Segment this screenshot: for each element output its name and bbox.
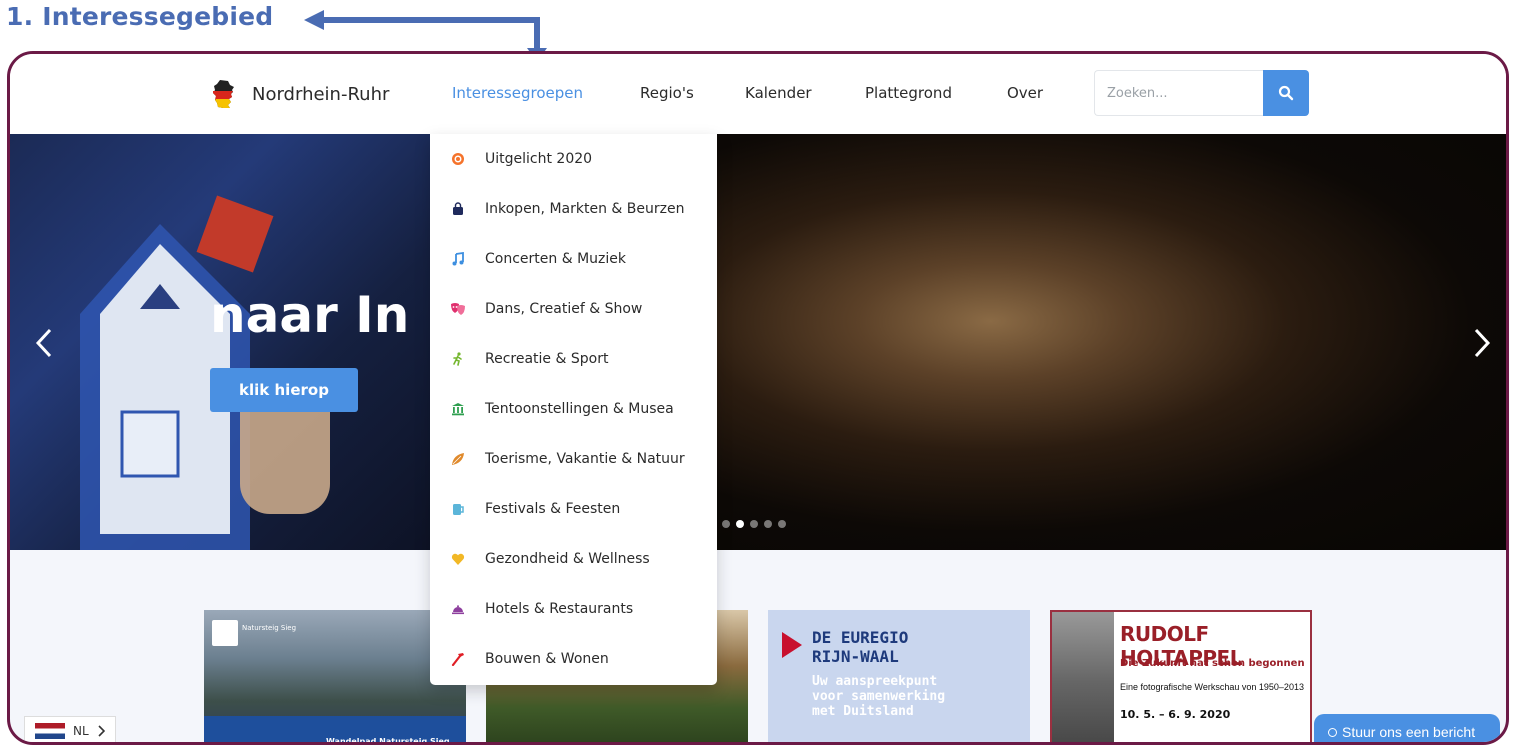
chat-status-icon [1328, 727, 1337, 737]
card4-photo [1052, 612, 1114, 742]
target-icon [450, 151, 466, 167]
dropdown-item-label: Tentoonstellingen & Musea [485, 401, 674, 417]
dropdown-item-inkopen[interactable]: Inkopen, Markten & Beurzen [430, 184, 717, 234]
dropdown-item-label: Hotels & Restaurants [485, 601, 634, 617]
dropdown-item-label: Festivals & Feesten [485, 501, 621, 517]
music-note-icon [450, 251, 466, 267]
card4-small-text: Eine fotografische Werkschau von 1950–20… [1120, 682, 1304, 692]
cloche-icon [450, 601, 466, 617]
nav-kalender[interactable]: Kalender [745, 84, 812, 102]
annotation-label: 1. Interessegebied [6, 2, 274, 31]
dropdown-item-tentoonstellingen[interactable]: Tentoonstellingen & Musea [430, 384, 717, 434]
dropdown-item-label: Gezondheid & Wellness [485, 551, 650, 567]
card3-sub-line1: Uw aanspreekpunt [812, 674, 938, 689]
hero-carousel: naar In klik hierop [10, 134, 1506, 550]
chevron-right-icon[interactable] [1470, 326, 1494, 360]
card-natursteig[interactable]: Natursteig Sieg Wandelpad Natursteig Sie… [204, 610, 466, 745]
dropdown-item-label: Uitgelicht 2020 [485, 151, 593, 167]
card-euregio[interactable]: DE EUREGIO RIJN-WAAL Uw aanspreekpunt vo… [768, 610, 1030, 742]
dropdown-item-uitgelicht[interactable]: Uitgelicht 2020 [430, 134, 717, 184]
card3-title: DE EUREGIO RIJN-WAAL [812, 628, 908, 666]
shopping-bag-icon [450, 201, 466, 217]
card3-sub-line3: met Duitsland [812, 704, 914, 719]
beer-mug-icon [450, 501, 466, 517]
hammer-icon [450, 651, 466, 667]
dropdown-item-hotels[interactable]: Hotels & Restaurants [430, 584, 717, 634]
nav-interessegroepen[interactable]: Interessegroepen [452, 84, 583, 102]
card4-subtitle: Die Zukunft hat schon begonnen [1120, 658, 1305, 669]
dropdown-item-label: Inkopen, Markten & Beurzen [485, 201, 685, 217]
hero-title: naar In [210, 286, 410, 344]
dropdown-item-label: Toerisme, Vakantie & Natuur [485, 451, 685, 467]
search-icon [1278, 85, 1294, 101]
card1-logo-text: Natursteig Sieg [242, 624, 297, 632]
hero-image-child [710, 134, 1506, 550]
navbar: Nordrhein-Ruhr Interessegroepen Regio's … [10, 54, 1506, 134]
browser-frame: Nordrhein-Ruhr Interessegroepen Regio's … [7, 51, 1509, 745]
dropdown-item-label: Concerten & Muziek [485, 251, 626, 267]
language-code: NL [73, 724, 89, 738]
chat-label: Stuur ons een bericht [1342, 724, 1476, 740]
play-triangle-icon [782, 632, 802, 658]
germany-map-icon [213, 80, 234, 108]
nav-regios[interactable]: Regio's [640, 84, 694, 102]
language-selector[interactable]: NL [24, 716, 116, 742]
carousel-dot[interactable] [778, 520, 786, 528]
dropdown-item-recreatie[interactable]: Recreatie & Sport [430, 334, 717, 384]
card3-title-line1: DE EUREGIO [812, 628, 909, 647]
chat-button[interactable]: Stuur ons een bericht [1314, 714, 1500, 742]
theater-masks-icon [450, 301, 466, 317]
carousel-dot-active[interactable] [736, 520, 744, 528]
dropdown-item-label: Dans, Creatief & Show [485, 301, 643, 317]
card-holtappel[interactable]: RUDOLF HOLTAPPEL Die Zukunft hat schon b… [1050, 610, 1312, 742]
dropdown-item-label: Bouwen & Wonen [485, 651, 609, 667]
card1-caption: Wandelpad Natursteig Sieg [326, 737, 450, 745]
search-button[interactable] [1263, 70, 1309, 116]
dropdown-item-label: Recreatie & Sport [485, 351, 609, 367]
nav-over[interactable]: Over [1007, 84, 1043, 102]
chevron-left-icon[interactable] [32, 326, 56, 360]
search-input[interactable] [1094, 70, 1264, 116]
card3-sub-line2: voor samenwerking [812, 689, 946, 704]
heart-icon [450, 551, 466, 567]
dropdown-item-bouwen[interactable]: Bouwen & Wonen [430, 634, 717, 684]
hero-cta-button[interactable]: klik hierop [210, 368, 358, 412]
running-person-icon [450, 351, 466, 367]
netherlands-flag-icon [35, 723, 65, 739]
carousel-indicators [722, 520, 786, 528]
carousel-dot[interactable] [722, 520, 730, 528]
card3-title-line2: RIJN-WAAL [812, 647, 899, 666]
dropdown-item-concerten[interactable]: Concerten & Muziek [430, 234, 717, 284]
carousel-dot[interactable] [750, 520, 758, 528]
dropdown-item-festivals[interactable]: Festivals & Feesten [430, 484, 717, 534]
brand[interactable]: Nordrhein-Ruhr [208, 78, 389, 110]
carousel-dot[interactable] [764, 520, 772, 528]
leaf-icon [450, 451, 466, 467]
dropdown-item-gezondheid[interactable]: Gezondheid & Wellness [430, 534, 717, 584]
card4-date: 10. 5. – 6. 9. 2020 [1120, 708, 1231, 721]
brand-name: Nordrhein-Ruhr [252, 83, 390, 105]
interessegroepen-dropdown: Uitgelicht 2020 Inkopen, Markten & Beurz… [430, 134, 717, 685]
museum-icon [450, 401, 466, 417]
dropdown-item-dans[interactable]: Dans, Creatief & Show [430, 284, 717, 334]
card3-subtitle: Uw aanspreekpunt voor samenwerking met D… [812, 674, 945, 719]
chevron-right-icon [98, 725, 105, 737]
natursteig-logo [212, 620, 238, 646]
nav-plattegrond[interactable]: Plattegrond [865, 84, 952, 102]
dropdown-item-toerisme[interactable]: Toerisme, Vakantie & Natuur [430, 434, 717, 484]
